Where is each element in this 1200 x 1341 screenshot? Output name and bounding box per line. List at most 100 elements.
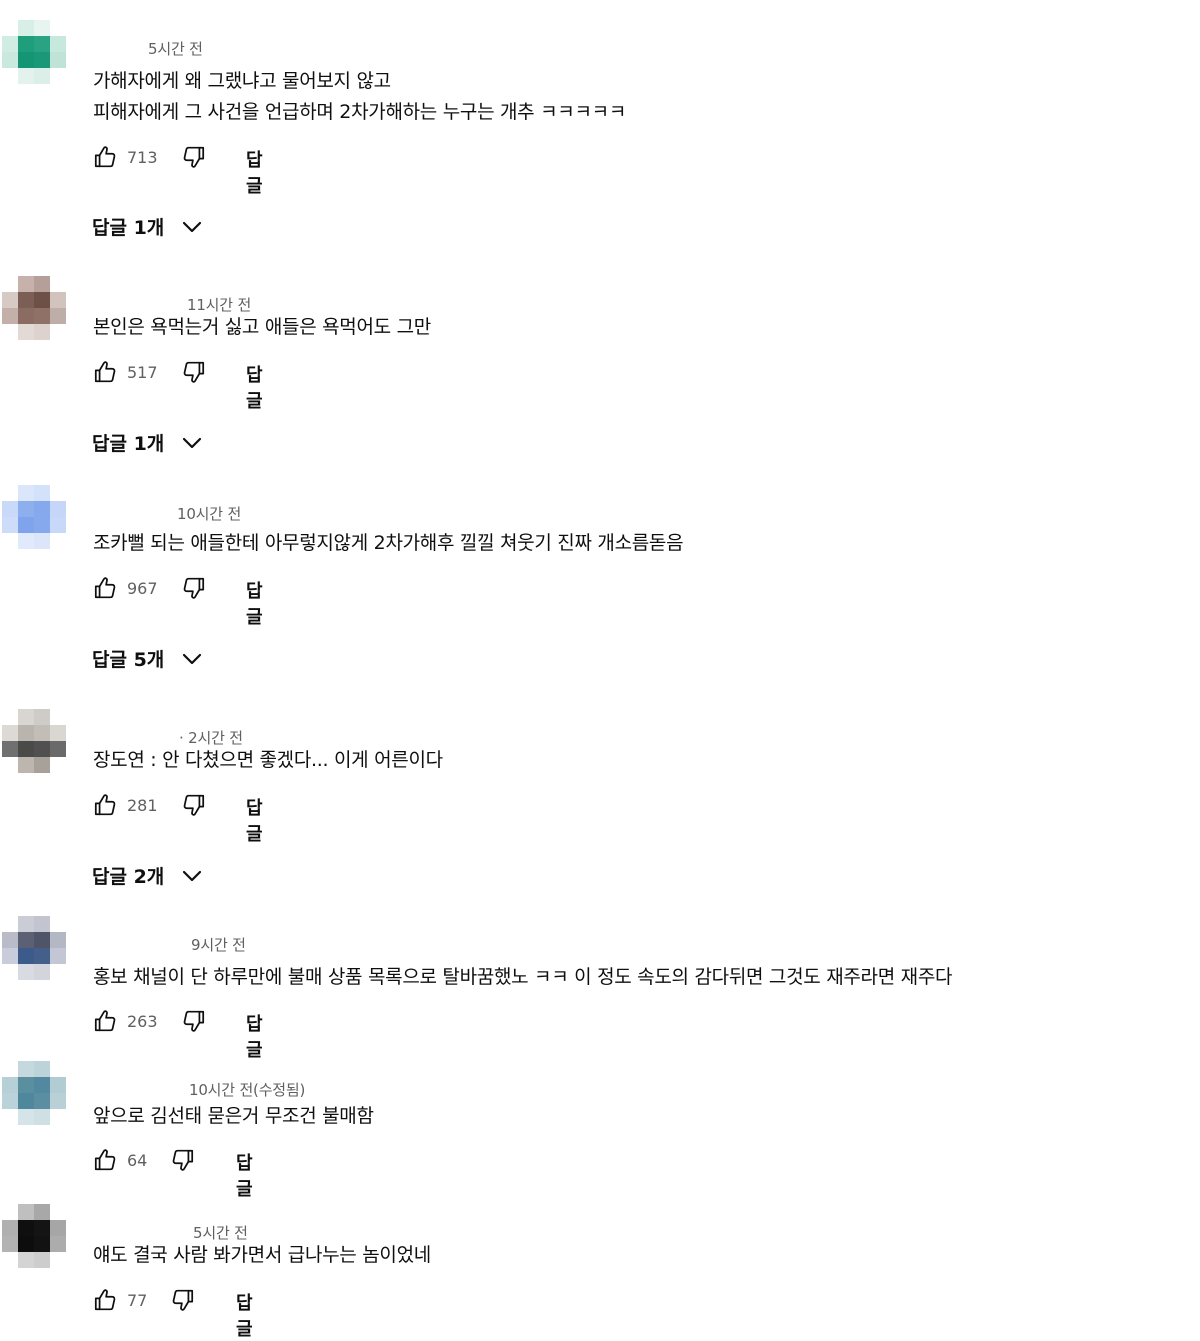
avatar-pixel	[18, 1236, 34, 1252]
avatar-pixel	[50, 757, 66, 773]
avatar-pixel	[50, 1204, 66, 1220]
avatar-pixel	[18, 1220, 34, 1236]
gray-pixel-avatar[interactable]	[2, 709, 66, 773]
avatar-pixel	[2, 36, 18, 52]
thumbs-down-icon[interactable]	[181, 359, 207, 385]
avatar-pixel	[18, 20, 34, 36]
avatar-pixel	[34, 1109, 50, 1125]
avatar-pixel	[18, 1061, 34, 1077]
avatar-pixel	[34, 725, 50, 741]
black-pixel-avatar[interactable]	[2, 1204, 66, 1268]
avatar-pixel	[2, 709, 18, 725]
avatar-pixel	[2, 324, 18, 340]
like-count: 967	[127, 579, 158, 598]
avatar-pixel	[50, 68, 66, 84]
avatar-pixel	[2, 485, 18, 501]
avatar-pixel	[34, 948, 50, 964]
reply-button[interactable]: 답글	[246, 146, 263, 198]
avatar-pixel	[50, 725, 66, 741]
avatar-pixel	[18, 485, 34, 501]
avatar-pixel	[50, 964, 66, 980]
thumbs-up-icon[interactable]	[92, 1147, 118, 1173]
thumbs-up-icon[interactable]	[92, 359, 118, 385]
thumbs-down-icon[interactable]	[181, 1008, 207, 1034]
avatar-pixel	[2, 308, 18, 324]
avatar-pixel	[34, 308, 50, 324]
comment-timestamp[interactable]: 10시간 전(수정됨)	[189, 1079, 305, 1100]
avatar-pixel	[18, 1204, 34, 1220]
avatar-pixel	[2, 1093, 18, 1109]
teal-pixel-avatar[interactable]	[2, 20, 66, 84]
avatar-pixel	[18, 68, 34, 84]
comment-timestamp[interactable]: 5시간 전	[148, 38, 203, 59]
comment-text: 조카뻘 되는 애들한테 아무렇지않게 2차가해후 낄낄 쳐웃기 진짜 개소름돋음	[93, 532, 684, 554]
view-replies-label: 답글 1개	[92, 433, 165, 455]
avatar-pixel	[50, 1220, 66, 1236]
avatar-pixel	[2, 1220, 18, 1236]
reply-button[interactable]: 답글	[236, 1149, 253, 1201]
avatar-pixel	[34, 36, 50, 52]
thumbs-up-icon[interactable]	[92, 1287, 118, 1313]
avatar-pixel	[2, 725, 18, 741]
navy-pixel-avatar[interactable]	[2, 916, 66, 980]
avatar-pixel	[18, 725, 34, 741]
blue-pixel-avatar[interactable]	[2, 485, 66, 549]
avatar-pixel	[50, 292, 66, 308]
avatar-pixel	[2, 932, 18, 948]
comment-text: 장도연 : 안 다쳤으면 좋겠다... 이게 어른이다	[93, 749, 443, 771]
avatar-pixel	[2, 52, 18, 68]
reply-button[interactable]: 답글	[236, 1289, 253, 1341]
like-count: 517	[127, 363, 158, 382]
like-count: 281	[127, 796, 158, 815]
avatar-pixel	[18, 1077, 34, 1093]
comment-timestamp[interactable]: 10시간 전	[177, 503, 241, 524]
avatar-pixel	[18, 709, 34, 725]
reply-button[interactable]: 답글	[246, 361, 263, 413]
avatar-pixel	[50, 324, 66, 340]
avatar-pixel	[50, 948, 66, 964]
comment-text: 얘도 결국 사람 봐가면서 급나누는 놈이었네	[93, 1244, 431, 1266]
comment-text: 앞으로 김선태 묻은거 무조건 불매함	[93, 1105, 374, 1127]
avatar-pixel	[34, 501, 50, 517]
reply-button[interactable]: 답글	[246, 794, 263, 846]
thumbs-down-icon[interactable]	[170, 1147, 196, 1173]
avatar-pixel	[50, 308, 66, 324]
comment-timestamp[interactable]: 9시간 전	[191, 934, 246, 955]
thumbs-down-icon[interactable]	[181, 792, 207, 818]
avatar-pixel	[34, 324, 50, 340]
avatar-pixel	[2, 741, 18, 757]
avatar-pixel	[2, 501, 18, 517]
avatar-pixel	[2, 68, 18, 84]
thumbs-down-icon[interactable]	[170, 1287, 196, 1313]
avatar-pixel	[50, 485, 66, 501]
avatar-pixel	[18, 932, 34, 948]
avatar-pixel	[18, 741, 34, 757]
avatar-pixel	[50, 1061, 66, 1077]
avatar-pixel	[2, 948, 18, 964]
steel-blue-pixel-avatar[interactable]	[2, 1061, 66, 1125]
thumbs-up-icon[interactable]	[92, 792, 118, 818]
comment-text: 본인은 욕먹는거 싫고 애들은 욕먹어도 그만	[93, 316, 431, 338]
thumbs-down-icon[interactable]	[181, 575, 207, 601]
avatar-pixel	[2, 20, 18, 36]
reply-button[interactable]: 답글	[246, 1010, 263, 1062]
avatar-pixel	[50, 20, 66, 36]
avatar-pixel	[34, 709, 50, 725]
avatar-pixel	[2, 1077, 18, 1093]
thumbs-up-icon[interactable]	[92, 575, 118, 601]
avatar-pixel	[34, 276, 50, 292]
avatar-pixel	[50, 741, 66, 757]
brown-pixel-avatar[interactable]	[2, 276, 66, 340]
avatar-pixel	[18, 948, 34, 964]
thumbs-down-icon[interactable]	[181, 144, 207, 170]
avatar-pixel	[18, 1109, 34, 1125]
reply-button[interactable]: 답글	[246, 577, 263, 629]
avatar-pixel	[34, 517, 50, 533]
avatar-pixel	[18, 324, 34, 340]
avatar-pixel	[34, 485, 50, 501]
avatar-pixel	[18, 533, 34, 549]
thumbs-up-icon[interactable]	[92, 1008, 118, 1034]
chevron-down-icon	[182, 653, 202, 665]
avatar-pixel	[2, 1252, 18, 1268]
thumbs-up-icon[interactable]	[92, 144, 118, 170]
